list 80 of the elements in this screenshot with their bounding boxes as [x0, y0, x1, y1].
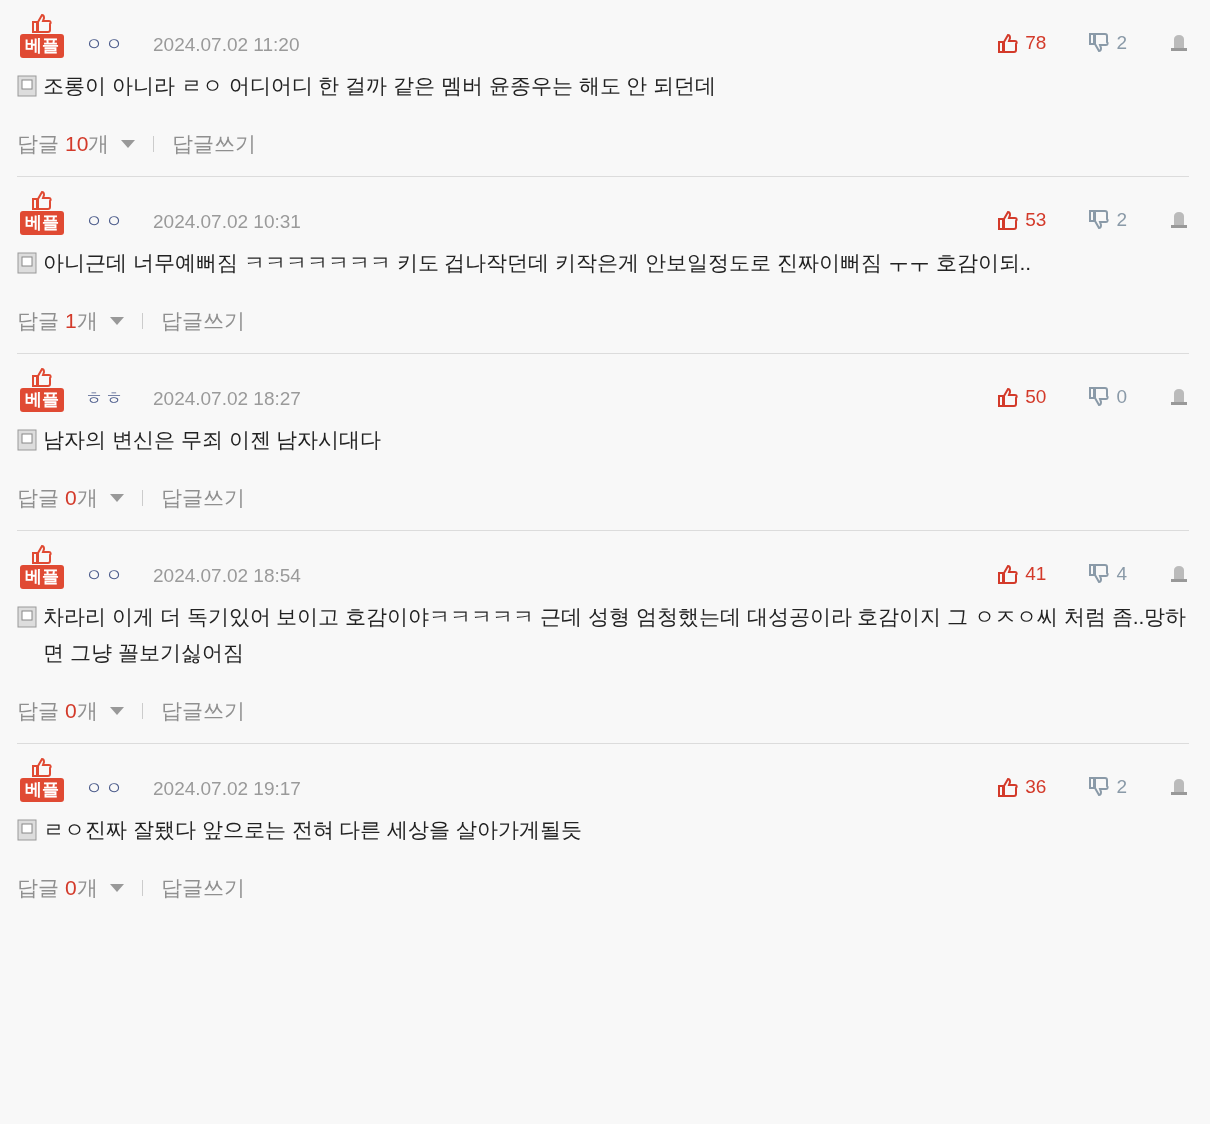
author-name: ㅇㅇ: [85, 564, 125, 587]
document-icon: [17, 75, 37, 97]
report-icon[interactable]: [1169, 387, 1189, 407]
best-badge: 베플: [20, 34, 64, 58]
thumbs-up-icon: [31, 366, 53, 388]
comment-text: 차라리 이게 더 독기있어 보이고 호감이야ㅋㅋㅋㅋㅋ 근데 성형 엄청했는데 대성공이라 호감이지 그 ㅇㅈㅇ씨 처럼 좀..망하면 그냥 꼴보기싫어짐: [43, 604, 1188, 666]
comment-date: 2024.07.02 19:17: [153, 778, 301, 800]
thumbs-up-icon: [31, 756, 53, 778]
like-count: 41: [1025, 563, 1047, 585]
thumbs-down-icon[interactable]: [1088, 386, 1111, 408]
document-icon: [17, 819, 37, 841]
thumbs-up-icon: [31, 189, 53, 211]
caret-icon[interactable]: [109, 317, 124, 325]
report-icon[interactable]: [1169, 564, 1189, 584]
report-icon[interactable]: [1169, 777, 1189, 797]
write-reply-link[interactable]: 답글쓰기: [160, 874, 245, 902]
caret-icon[interactable]: [109, 494, 124, 502]
reply-label: 답글: [17, 875, 59, 901]
best-badge: 베플: [20, 565, 64, 589]
reply-unit: 개: [76, 875, 98, 901]
author-name: ㅎㅎ: [85, 387, 125, 410]
comment-date: 2024.07.02 18:27: [153, 388, 301, 410]
thumbs-down-icon[interactable]: [1088, 776, 1111, 798]
thumbs-down-icon[interactable]: [1088, 563, 1111, 585]
like-icon: [997, 776, 1020, 798]
comment-date: 2024.07.02 10:31: [153, 211, 301, 233]
reply-count: 0: [65, 699, 77, 723]
best-badge: 베플: [20, 388, 64, 412]
comment-date: 2024.07.02 18:54: [153, 565, 301, 587]
reply-unit: 개: [76, 308, 98, 334]
document-icon: [17, 429, 37, 451]
author-name: ㅇㅇ: [85, 777, 125, 800]
reply-unit: 개: [76, 698, 98, 724]
reply-unit: 개: [76, 485, 98, 511]
comment-text: ㄹㅇ진짜 잘됐다 앞으로는 전혀 다른 세상을 살아가게될듯: [43, 817, 582, 843]
thumbs-down-icon[interactable]: [1088, 209, 1111, 231]
author-name: ㅇㅇ: [85, 210, 125, 233]
reply-label: 답글: [17, 698, 59, 724]
thumbs-down-icon[interactable]: [1088, 32, 1111, 54]
comment-date: 2024.07.02 11:20: [153, 34, 300, 56]
write-reply-link[interactable]: 답글쓰기: [160, 307, 245, 335]
like-count: 78: [1025, 32, 1047, 54]
best-badge: 베플: [20, 211, 64, 235]
like-icon: [997, 386, 1020, 408]
best-badge: 베플: [20, 778, 64, 802]
comment-text: 아니근데 너무예뻐짐 ㅋㅋㅋㅋㅋㅋㅋ 키도 겁나작던데 키작은게 안보일정도로 진짜이뻐짐 ㅜㅜ 호감이되..: [43, 250, 1032, 276]
like-count: 36: [1025, 776, 1047, 798]
write-reply-link[interactable]: 답글쓰기: [172, 130, 257, 158]
reply-label: 답글: [17, 131, 59, 157]
thumbs-up-icon: [31, 543, 53, 565]
reply-label: 답글: [17, 308, 59, 334]
caret-icon[interactable]: [109, 707, 124, 715]
report-icon[interactable]: [1169, 210, 1189, 230]
caret-icon[interactable]: [121, 140, 136, 148]
write-reply-link[interactable]: 답글쓰기: [160, 697, 245, 725]
reply-label: 답글: [17, 485, 59, 511]
reply-count: 0: [65, 876, 77, 900]
caret-icon[interactable]: [109, 884, 124, 892]
author-name: ㅇㅇ: [85, 33, 125, 56]
write-reply-link[interactable]: 답글쓰기: [160, 484, 245, 512]
reply-count: 0: [65, 486, 77, 510]
dislike-count: 2: [1116, 209, 1127, 231]
report-icon[interactable]: [1169, 33, 1189, 53]
like-icon: [997, 209, 1020, 231]
comment-text: 조롱이 아니라 ㄹㅇ 어디어디 한 걸까 같은 멤버 윤종우는 해도 안 되던데: [43, 73, 717, 99]
dislike-count: 4: [1116, 563, 1127, 585]
like-count: 53: [1025, 209, 1047, 231]
dislike-count: 2: [1116, 32, 1127, 54]
reply-count: 1: [65, 309, 77, 333]
like-count: 50: [1025, 386, 1047, 408]
dislike-count: 2: [1116, 776, 1127, 798]
document-icon: [17, 252, 37, 274]
dislike-count: 0: [1116, 386, 1127, 408]
reply-unit: 개: [88, 131, 110, 157]
reply-count: 10: [65, 132, 89, 156]
like-icon: [997, 563, 1020, 585]
document-icon: [17, 606, 37, 628]
thumbs-up-icon: [31, 12, 53, 34]
comment-text: 남자의 변신은 무죄 이젠 남자시대다: [43, 427, 382, 453]
like-icon: [997, 32, 1020, 54]
